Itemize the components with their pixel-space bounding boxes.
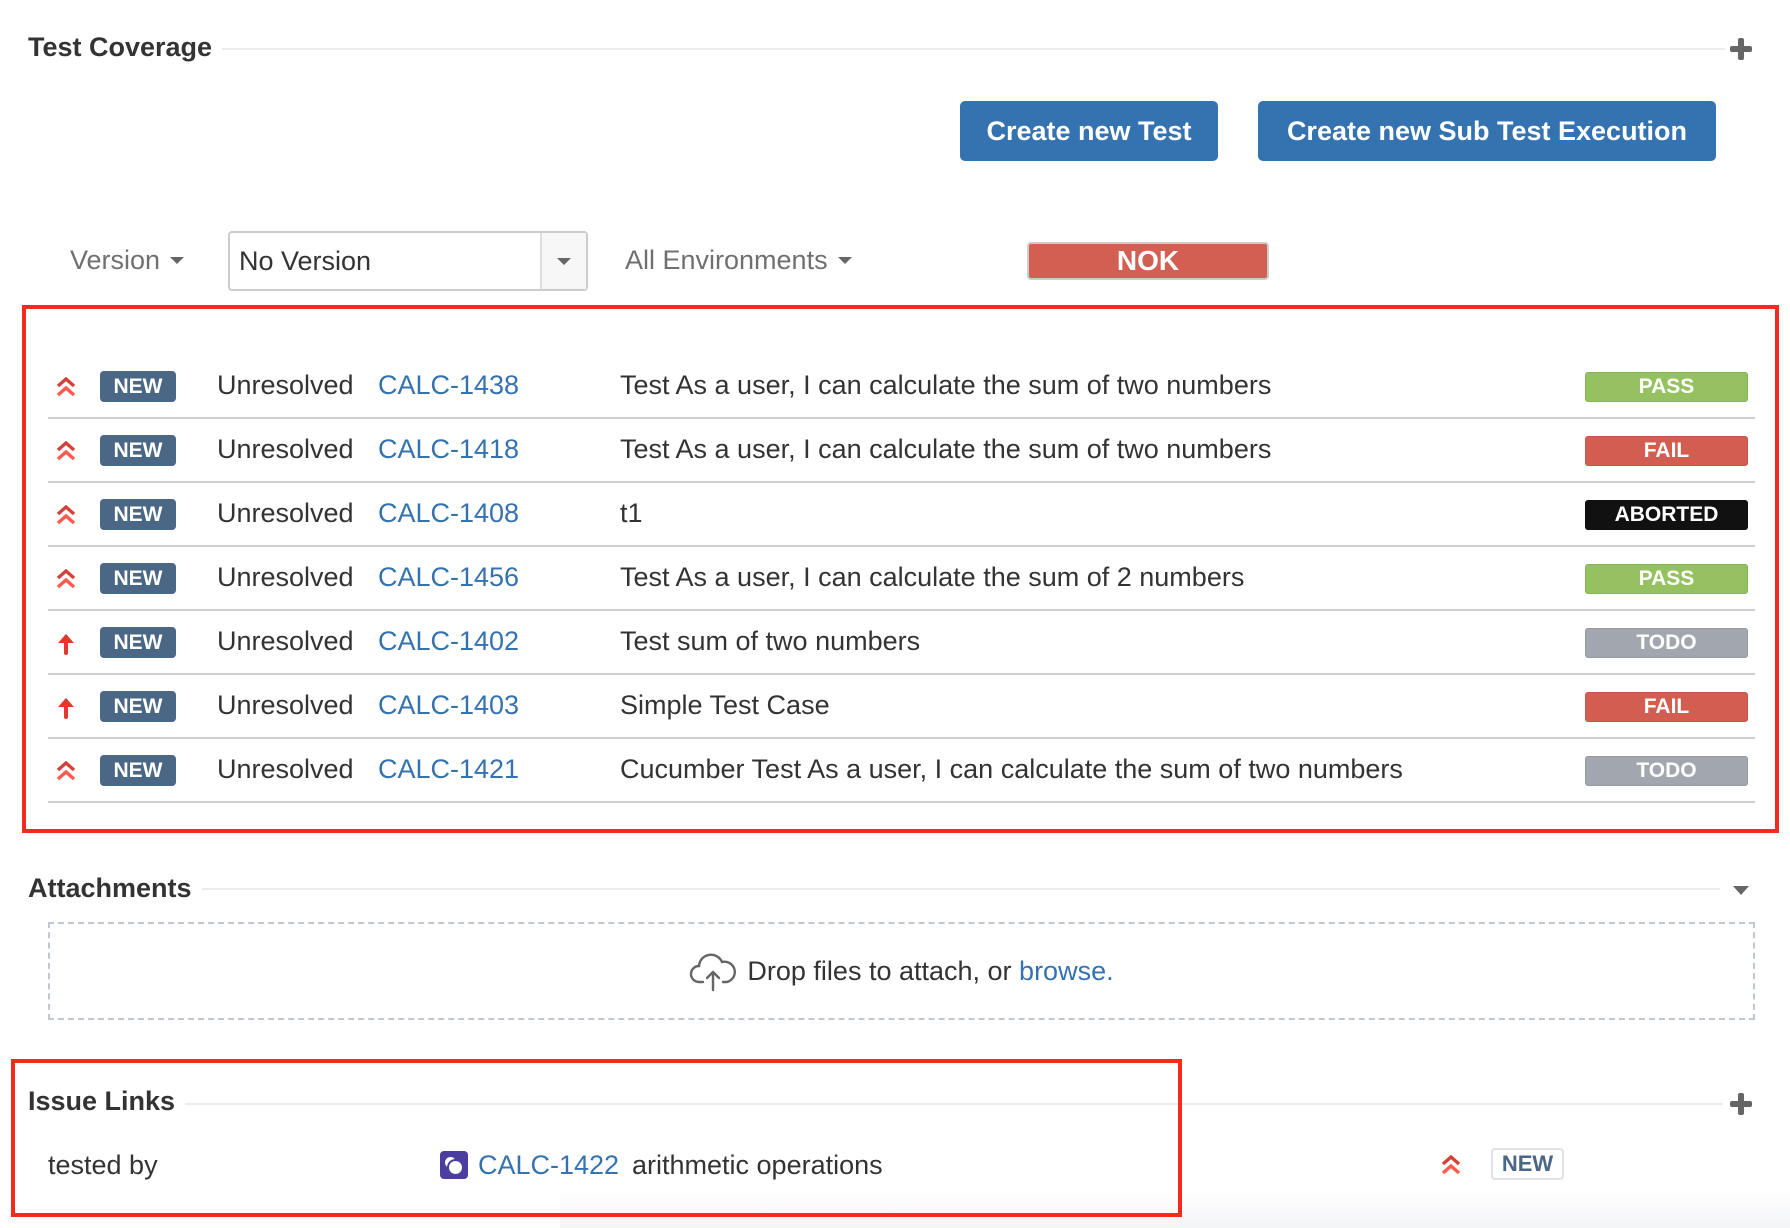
resolution-text: Unresolved <box>217 434 354 464</box>
resolution-text: Unresolved <box>217 370 354 400</box>
issue-key-link[interactable]: CALC-1402 <box>378 626 519 657</box>
chevron-down-icon <box>557 257 571 265</box>
issue-summary: Test sum of two numbers <box>620 626 921 656</box>
issue-status-badge: NEW <box>100 435 176 466</box>
test-coverage-title: Test Coverage <box>28 31 223 63</box>
version-select-toggle[interactable] <box>540 233 586 289</box>
plus-icon[interactable] <box>1730 38 1752 60</box>
cloud-upload-icon <box>690 953 737 992</box>
test-result-badge: FAIL <box>1585 436 1748 466</box>
issue-status-badge: NEW <box>100 691 176 722</box>
issue-key-link[interactable]: CALC-1438 <box>378 370 519 401</box>
version-filter-dropdown[interactable]: Version <box>70 245 185 276</box>
arrow-up-icon <box>54 695 78 719</box>
resolution-text: Unresolved <box>217 562 354 592</box>
chevron-down-icon <box>170 257 185 264</box>
double-chevron-up-icon <box>54 503 78 527</box>
overall-status-badge: NOK <box>1027 242 1269 280</box>
test-result-badge: TODO <box>1585 628 1748 658</box>
dropzone-text: Drop files to attach, or <box>747 955 1012 986</box>
double-chevron-up-icon <box>54 759 78 783</box>
test-row: NEW Unresolved CALC-1456 Test As a user,… <box>48 547 1755 611</box>
issue-status-badge: NEW <box>100 755 176 786</box>
test-row: NEW Unresolved CALC-1418 Test As a user,… <box>48 419 1755 483</box>
linked-issue-status-badge: NEW <box>1491 1148 1564 1180</box>
issue-summary: Cucumber Test As a user, I can calculate… <box>620 754 1403 784</box>
issue-key-link[interactable]: CALC-1408 <box>378 498 519 529</box>
test-row: NEW Unresolved CALC-1403 Simple Test Cas… <box>48 675 1755 739</box>
test-coverage-divider <box>200 48 1725 50</box>
test-row: NEW Unresolved CALC-1402 Test sum of two… <box>48 611 1755 675</box>
version-select[interactable]: No Version <box>228 231 588 291</box>
attachments-divider <box>180 888 1720 890</box>
issue-key-link[interactable]: CALC-1421 <box>378 754 519 785</box>
issue-summary: Simple Test Case <box>620 690 830 720</box>
test-result-badge: ABORTED <box>1585 500 1748 530</box>
issue-summary: Test As a user, I can calculate the sum … <box>620 434 1272 464</box>
issue-status-badge: NEW <box>100 499 176 530</box>
create-new-test-button[interactable]: Create new Test <box>960 101 1218 161</box>
test-row: NEW Unresolved CALC-1408 t1 ABORTED <box>48 483 1755 547</box>
version-filter-label: Version <box>70 245 161 275</box>
double-chevron-up-icon <box>54 439 78 463</box>
issue-status-badge: NEW <box>100 371 176 402</box>
issue-summary: Test As a user, I can calculate the sum … <box>620 562 1245 592</box>
environment-filter-label: All Environments <box>625 245 828 275</box>
issue-status-badge: NEW <box>100 563 176 594</box>
issue-summary: t1 <box>620 498 643 528</box>
test-result-badge: PASS <box>1585 372 1748 402</box>
chevron-down-icon <box>837 257 852 264</box>
issue-key-link[interactable]: CALC-1418 <box>378 434 519 465</box>
issue-summary: Test As a user, I can calculate the sum … <box>620 370 1272 400</box>
double-chevron-up-icon <box>54 375 78 399</box>
resolution-text: Unresolved <box>217 498 354 528</box>
issue-key-link[interactable]: CALC-1456 <box>378 562 519 593</box>
attachment-dropzone[interactable]: Drop files to attach, or browse. <box>48 922 1755 1020</box>
resolution-text: Unresolved <box>217 754 354 784</box>
create-sub-test-execution-button[interactable]: Create new Sub Test Execution <box>1258 101 1716 161</box>
chevron-down-icon[interactable] <box>1733 886 1749 895</box>
issue-key-link[interactable]: CALC-1403 <box>378 690 519 721</box>
version-select-value: No Version <box>239 245 372 276</box>
test-result-badge: FAIL <box>1585 692 1748 722</box>
double-chevron-up-icon <box>54 567 78 591</box>
issue-links-highlight-box <box>11 1059 1182 1217</box>
issue-status-badge: NEW <box>100 627 176 658</box>
test-result-badge: TODO <box>1585 756 1748 786</box>
resolution-text: Unresolved <box>217 690 354 720</box>
double-chevron-up-icon <box>1441 1154 1461 1175</box>
test-result-badge: PASS <box>1585 564 1748 594</box>
resolution-text: Unresolved <box>217 626 354 656</box>
plus-icon[interactable] <box>1730 1093 1752 1115</box>
browse-link[interactable]: browse. <box>1019 956 1114 986</box>
environment-filter-dropdown[interactable]: All Environments <box>625 245 852 276</box>
attachments-title: Attachments <box>28 872 202 904</box>
arrow-up-icon <box>54 631 78 655</box>
test-row: NEW Unresolved CALC-1438 Test As a user,… <box>48 355 1755 419</box>
test-row: NEW Unresolved CALC-1421 Cucumber Test A… <box>48 739 1755 803</box>
